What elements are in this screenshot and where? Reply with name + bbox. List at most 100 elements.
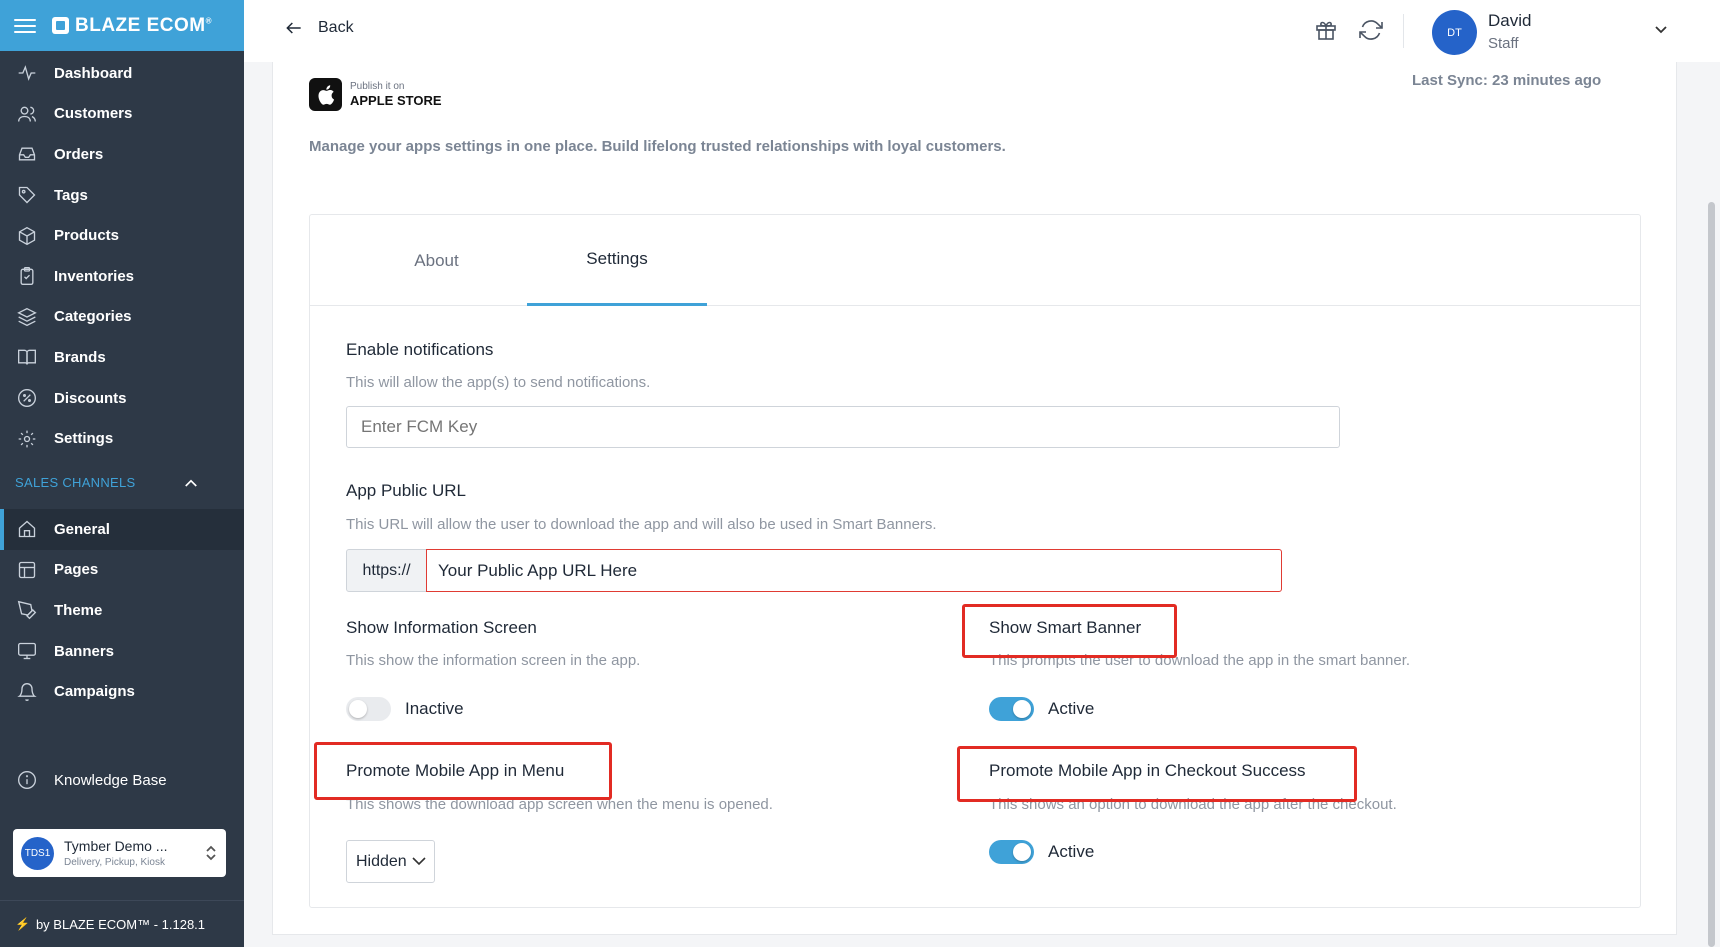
store-name: Tymber Demo ... — [64, 838, 168, 854]
promote-menu-select[interactable]: Hidden — [346, 840, 435, 883]
apple-store-badge: Publish it on APPLE STORE — [309, 78, 442, 111]
sidebar-item-label: Settings — [54, 430, 114, 448]
toggle-switch[interactable] — [346, 697, 391, 721]
sidebar-item-label: Inventories — [54, 267, 135, 285]
back-button[interactable]: Back — [284, 18, 354, 38]
sidebar-item-tags[interactable]: Tags — [0, 175, 244, 216]
badge-text: Publish it on APPLE STORE — [350, 81, 442, 108]
sidebar-item-dashboard[interactable]: Dashboard — [0, 53, 244, 94]
gift-icon[interactable] — [1314, 18, 1338, 42]
logo-icon — [52, 17, 69, 34]
public-url-title: App Public URL — [346, 481, 467, 500]
tab-settings[interactable]: Settings — [527, 215, 707, 306]
sidebar-item-label: Campaigns — [54, 683, 135, 701]
main-content: Publish it on APPLE STORE Last Sync: 23 … — [272, 62, 1677, 935]
sidebar-footer: ⚡ by BLAZE ECOM™ - 1.128.1 — [0, 900, 244, 947]
chevron-down-icon — [412, 857, 426, 866]
settings-panel: About Settings Enable notifications This… — [309, 214, 1641, 908]
notifications-title: Enable notifications — [346, 340, 494, 359]
store-switcher[interactable]: TDS1 Tymber Demo ... Delivery, Pickup, K… — [13, 829, 226, 877]
knowledge-base-label: Knowledge Base — [54, 771, 167, 789]
page-description: Manage your apps settings in one place. … — [309, 138, 1006, 155]
sidebar-item-settings[interactable]: Settings — [0, 418, 244, 459]
version-text: by BLAZE ECOM™ - 1.128.1 — [35, 916, 206, 932]
box-icon — [18, 226, 36, 245]
toggle-state-label: Inactive — [405, 699, 464, 718]
book-icon — [18, 350, 36, 366]
sidebar-item-label: Dashboard — [54, 64, 133, 82]
url-prefix: https:// — [346, 549, 427, 592]
sidebar-item-discounts[interactable]: Discounts — [0, 378, 244, 419]
topbar-actions — [1314, 18, 1383, 42]
user-name: David — [1488, 11, 1532, 30]
select-value: Hidden — [356, 852, 407, 870]
toggle-switch[interactable] — [989, 697, 1034, 721]
sidebar-item-label: Brands — [54, 348, 106, 366]
sidebar-item-general[interactable]: General — [0, 508, 244, 550]
info-icon — [18, 771, 36, 789]
notifications-help: This will allow the app(s) to send notif… — [346, 374, 651, 391]
store-info: Tymber Demo ... Delivery, Pickup, Kiosk — [64, 838, 204, 868]
sidebar-item-label: Banners — [54, 642, 115, 660]
highlight-promote-checkout — [957, 746, 1357, 802]
fcm-key-input[interactable] — [346, 406, 1340, 448]
bolt-icon: ⚡ — [15, 917, 30, 931]
sales-channels-label: SALES CHANNELS — [15, 475, 136, 491]
topbar: Back DT David Staff — [244, 0, 1720, 62]
sidebar-item-label: Products — [54, 227, 120, 245]
sidebar-item-customers[interactable]: Customers — [0, 94, 244, 135]
sidebar-item-banners[interactable]: Banners — [0, 631, 244, 672]
sidebar-item-label: Discounts — [54, 389, 127, 407]
brand-name: BLAZE ECOM® — [75, 14, 213, 36]
highlight-smart-banner — [962, 604, 1177, 658]
activity-icon — [18, 65, 36, 82]
refresh-icon[interactable] — [1359, 18, 1383, 42]
sidebar-item-pages[interactable]: Pages — [0, 550, 244, 591]
store-subtitle: Delivery, Pickup, Kiosk — [64, 857, 165, 868]
tab-about[interactable]: About — [310, 215, 563, 306]
arrow-left-icon — [286, 22, 301, 34]
percent-icon — [18, 389, 36, 408]
sidebar-item-brands[interactable]: Brands — [0, 337, 244, 378]
topbar-divider — [1403, 14, 1404, 48]
toggle-switch[interactable] — [989, 840, 1034, 864]
info-screen-toggle[interactable]: Inactive — [346, 697, 464, 721]
public-url-input[interactable]: Your Public App URL Here — [426, 549, 1282, 592]
sidebar-item-categories[interactable]: Categories — [0, 297, 244, 338]
layout-icon — [18, 561, 36, 578]
sidebar-item-products[interactable]: Products — [0, 215, 244, 256]
sidebar-item-inventories[interactable]: Inventories — [0, 256, 244, 297]
sales-channels-nav: General Pages Theme Banners Campaigns — [0, 507, 244, 712]
chevron-up-icon[interactable] — [182, 474, 200, 492]
monitor-icon — [18, 642, 36, 660]
users-icon — [18, 106, 36, 122]
avatar[interactable]: DT — [1432, 10, 1477, 55]
highlight-promote-menu — [314, 742, 612, 800]
sidebar-header: BLAZE ECOM® — [0, 0, 244, 51]
chevron-down-icon[interactable] — [1655, 26, 1667, 34]
back-label: Back — [318, 19, 354, 36]
user-role: Staff — [1488, 35, 1519, 52]
promote-checkout-toggle[interactable]: Active — [989, 840, 1094, 864]
sidebar-item-theme[interactable]: Theme — [0, 590, 244, 631]
last-sync: Last Sync: 23 minutes ago — [1412, 72, 1602, 89]
clipboard-icon — [20, 267, 34, 286]
smart-banner-toggle[interactable]: Active — [989, 697, 1094, 721]
tag-icon — [18, 186, 36, 204]
inbox-icon — [18, 147, 36, 161]
toggle-state-label: Active — [1048, 842, 1095, 861]
toggle-state-label: Active — [1048, 699, 1095, 718]
knowledge-base-link[interactable]: Knowledge Base — [0, 760, 244, 800]
scrollbar[interactable] — [1708, 202, 1715, 947]
gear-icon — [18, 430, 36, 447]
apple-icon — [309, 78, 342, 111]
sidebar-item-orders[interactable]: Orders — [0, 134, 244, 175]
sidebar-item-label: Tags — [54, 186, 88, 204]
sidebar-item-label: Theme — [54, 601, 103, 619]
sidebar-item-campaigns[interactable]: Campaigns — [0, 671, 244, 712]
info-screen-title: Show Information Screen — [346, 618, 537, 637]
tabs: About Settings — [310, 215, 1640, 306]
sidebar-item-label: Orders — [54, 145, 104, 163]
sales-channels-header[interactable]: SALES CHANNELS — [0, 459, 244, 507]
menu-icon[interactable] — [14, 18, 36, 33]
